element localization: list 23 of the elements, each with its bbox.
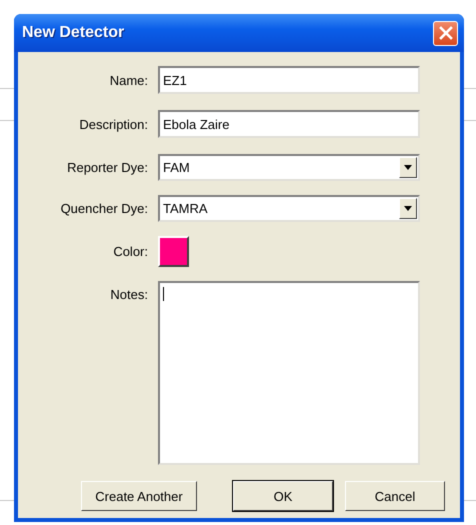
caret-icon (404, 165, 412, 170)
dropdown-arrow-button[interactable] (399, 198, 417, 219)
notes-field[interactable] (158, 281, 420, 465)
text-cursor (163, 287, 164, 301)
dropdown[interactable]: TAMRA (158, 195, 420, 222)
field-label: Notes: (109, 287, 148, 302)
field-label: Name: (108, 72, 148, 88)
dialog-button[interactable]: Create Another (81, 481, 197, 511)
dropdown-arrow-button[interactable] (399, 157, 417, 178)
field-label: Reporter Dye: (66, 160, 148, 175)
input-field[interactable]: Ebola Zaire (158, 110, 420, 138)
field-label: Color: (112, 244, 148, 259)
dialog-button[interactable]: OK (233, 481, 333, 511)
close-icon (438, 26, 452, 40)
window-title: New Detector (22, 24, 124, 42)
field-label: Quencher Dye: (60, 201, 148, 216)
input-field[interactable]: EZ1 (158, 66, 420, 94)
field-label: Description: (78, 116, 148, 132)
caret-icon (404, 206, 412, 211)
dialog-button[interactable]: Cancel (345, 481, 445, 511)
color-swatch-button[interactable] (158, 236, 189, 267)
close-button[interactable] (433, 20, 458, 46)
dropdown[interactable]: FAM (158, 154, 420, 181)
